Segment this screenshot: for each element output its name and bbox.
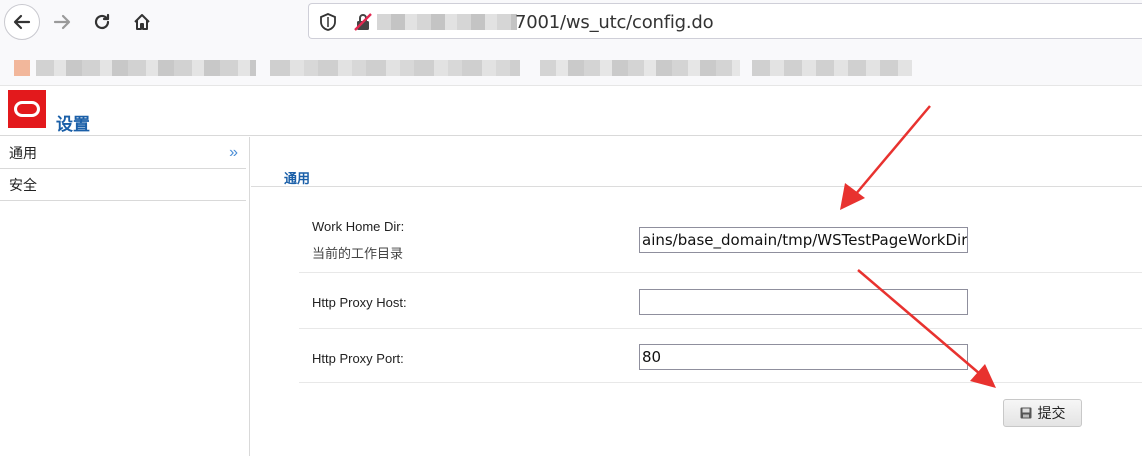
bookmarks-bar <box>0 44 1142 86</box>
section-title: 通用 <box>284 171 311 186</box>
http-proxy-port-input[interactable]: 80 <box>639 344 968 370</box>
bookmark-favicon[interactable] <box>14 60 30 76</box>
reload-button[interactable] <box>84 4 120 40</box>
http-proxy-host-input[interactable] <box>639 289 968 315</box>
bookmark-item[interactable] <box>270 60 520 76</box>
browser-toolbar: 7001/ws_utc/config.do <box>0 0 1142 44</box>
sidebar-item-label: 安全 <box>9 177 37 193</box>
home-button[interactable] <box>124 4 160 40</box>
sidebar-item-general[interactable]: 通用 » <box>0 137 246 169</box>
bookmark-item[interactable] <box>752 60 912 76</box>
double-chevron-right-icon: » <box>229 144 238 161</box>
section-header: 通用 <box>251 157 1142 187</box>
app-header: 设置 <box>0 86 1142 136</box>
field-label: Http Proxy Host: <box>312 295 407 310</box>
submit-button[interactable]: 提交 <box>1003 399 1082 427</box>
sidebar: 通用 » 安全 <box>0 137 250 456</box>
forward-arrow-icon <box>53 14 71 30</box>
work-home-dir-input[interactable]: ains/base_domain/tmp/WSTestPageWorkDir <box>639 227 968 253</box>
back-arrow-icon <box>13 14 31 30</box>
bookmark-item[interactable] <box>36 60 256 76</box>
url-text[interactable]: 7001/ws_utc/config.do <box>515 12 714 33</box>
reload-icon <box>94 13 110 30</box>
oracle-logo <box>8 90 46 128</box>
lock-warning-icon[interactable] <box>353 12 373 32</box>
home-icon <box>134 14 150 30</box>
field-label: Http Proxy Port: <box>312 351 404 366</box>
form-row-http-proxy-host: Http Proxy Host: <box>299 273 1142 329</box>
url-redacted <box>377 14 517 30</box>
main-content: 通用 Work Home Dir: 当前的工作目录 ains/base_doma… <box>251 137 1142 456</box>
shield-icon[interactable] <box>319 12 337 32</box>
form-row-work-home-dir: Work Home Dir: 当前的工作目录 ains/base_domain/… <box>299 209 1142 273</box>
field-label: Work Home Dir: <box>312 219 405 234</box>
save-icon <box>1020 407 1031 419</box>
field-description: 当前的工作目录 <box>312 246 404 261</box>
sidebar-item-label: 通用 <box>9 145 37 161</box>
url-bar[interactable]: 7001/ws_utc/config.do <box>308 3 1142 39</box>
form-row-http-proxy-port: Http Proxy Port: 80 <box>299 329 1142 383</box>
forward-button[interactable] <box>44 4 80 40</box>
page-title: 设置 <box>56 115 90 134</box>
submit-label: 提交 <box>1037 405 1066 421</box>
bookmark-item[interactable] <box>540 60 740 76</box>
sidebar-item-security[interactable]: 安全 <box>0 169 246 201</box>
back-button[interactable] <box>4 4 40 40</box>
